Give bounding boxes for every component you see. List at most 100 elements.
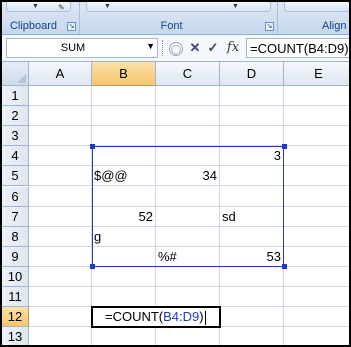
cell-d4[interactable]: 3 — [220, 146, 284, 167]
range-resize-handle[interactable] — [89, 143, 95, 149]
cell-b9[interactable] — [92, 246, 156, 267]
cell-d3[interactable] — [220, 126, 284, 147]
row-header-3[interactable]: 3 — [2, 126, 29, 147]
cell-b4[interactable] — [92, 146, 156, 167]
cell-a12[interactable] — [29, 307, 92, 328]
cell-e4[interactable] — [284, 146, 349, 167]
cell-e2[interactable] — [284, 106, 349, 127]
row-header-4[interactable]: 4 — [2, 146, 29, 167]
cell-b13[interactable] — [92, 327, 156, 345]
cell-d9[interactable]: 53 — [220, 246, 284, 267]
cell-e12[interactable] — [284, 307, 349, 328]
cell-a3[interactable] — [29, 126, 92, 147]
cell-c2[interactable] — [156, 106, 220, 127]
cell-c4[interactable] — [156, 146, 220, 167]
cell-b12-editor[interactable]: =COUNT(B4:D9) — [91, 306, 221, 329]
confirm-entry-icon[interactable]: ✓ — [204, 39, 222, 57]
row-header-9[interactable]: 9 — [2, 246, 29, 267]
cell-b6[interactable] — [92, 186, 156, 207]
row-header-7[interactable]: 7 — [2, 206, 29, 227]
column-header-e[interactable]: E — [284, 62, 349, 86]
cell-e10[interactable] — [284, 267, 349, 287]
cell-c10[interactable] — [156, 266, 220, 287]
cell-c13[interactable] — [156, 327, 220, 345]
cell-e9[interactable] — [284, 247, 349, 267]
cell-b5[interactable]: $@@ — [92, 166, 156, 187]
name-box-dropdown-icon[interactable]: ▼ — [146, 41, 155, 51]
cell-a11[interactable] — [29, 287, 92, 308]
row-header-13[interactable]: 13 — [2, 327, 29, 345]
cell-c9[interactable]: %# — [156, 246, 220, 267]
row-header-11[interactable]: 11 — [2, 287, 29, 308]
cell-d10[interactable] — [220, 266, 284, 287]
cell-c5[interactable]: 34 — [156, 166, 220, 187]
column-header-d[interactable]: D — [220, 62, 284, 86]
cell-d8[interactable] — [220, 226, 284, 247]
cell-a9[interactable] — [29, 246, 92, 267]
cell-c3[interactable] — [156, 126, 220, 147]
cell-c8[interactable] — [156, 226, 220, 247]
row-header-12[interactable]: 12 — [2, 307, 29, 328]
column-header-a[interactable]: A — [29, 62, 92, 86]
column-header-c[interactable]: C — [156, 62, 220, 86]
cell-b2[interactable] — [92, 106, 156, 127]
cell-c7[interactable] — [156, 206, 220, 227]
clipboard-launcher-icon[interactable]: ↘ — [67, 22, 76, 31]
cell-b3[interactable] — [92, 126, 156, 147]
cancel-entry-icon[interactable]: ✕ — [186, 39, 204, 57]
cell-c1[interactable] — [156, 86, 220, 107]
cell-d6[interactable] — [220, 186, 284, 207]
cell-b10[interactable] — [92, 266, 156, 287]
cell-e3[interactable] — [284, 126, 349, 147]
font-color-dropdown-icon[interactable]: ▼ — [232, 3, 239, 10]
paste-dropdown-icon[interactable]: ▼ — [32, 3, 39, 10]
insert-function-icon[interactable]: fx — [224, 39, 242, 57]
cell-a10[interactable] — [29, 266, 92, 287]
cell-e11[interactable] — [284, 287, 349, 308]
cell-a1[interactable] — [29, 86, 92, 107]
cell-d7[interactable]: sd — [220, 206, 284, 227]
cell-c6[interactable] — [156, 186, 220, 207]
font-launcher-icon[interactable]: ↘ — [265, 22, 274, 31]
cell-a2[interactable] — [29, 106, 92, 127]
cell-d5[interactable] — [220, 166, 284, 187]
cell-d13[interactable] — [220, 327, 284, 345]
range-resize-handle[interactable] — [89, 264, 95, 270]
cell-d2[interactable] — [220, 106, 284, 127]
column-header-b[interactable]: B — [92, 62, 156, 86]
cell-d11[interactable] — [220, 287, 284, 308]
cell-a4[interactable] — [29, 146, 92, 167]
format-painter-icon[interactable]: ✎ — [58, 3, 65, 12]
row-header-1[interactable]: 1 — [2, 86, 29, 107]
cell-b7[interactable]: 52 — [92, 206, 156, 227]
row-header-6[interactable]: 6 — [2, 186, 29, 207]
range-resize-handle[interactable] — [281, 264, 287, 270]
formula-cancel-circle-icon[interactable]: ◯ — [167, 39, 185, 57]
row-header-2[interactable]: 2 — [2, 106, 29, 127]
cell-b8[interactable]: g — [92, 226, 156, 247]
cell-a13[interactable] — [29, 327, 92, 345]
row-header-10[interactable]: 10 — [2, 266, 29, 287]
select-all-button[interactable] — [2, 62, 29, 86]
cell-a6[interactable] — [29, 186, 92, 207]
cell-a5[interactable] — [29, 166, 92, 187]
cell-e6[interactable] — [284, 187, 349, 207]
underline-dropdown-icon[interactable]: ▼ — [104, 3, 111, 10]
cell-e13[interactable] — [284, 327, 349, 345]
cell-e1[interactable] — [284, 86, 349, 107]
cell-b1[interactable] — [92, 86, 156, 107]
cell-e7[interactable] — [284, 207, 349, 227]
row-header-5[interactable]: 5 — [2, 166, 29, 187]
cell-e5[interactable] — [284, 166, 349, 187]
cell-b11[interactable] — [92, 287, 156, 308]
cell-d1[interactable] — [220, 86, 284, 107]
formula-input[interactable]: =COUNT(B4:D9) — [246, 38, 349, 58]
name-box[interactable]: SUM ▼ — [6, 38, 158, 58]
cell-e8[interactable] — [284, 227, 349, 247]
cell-a8[interactable] — [29, 226, 92, 247]
cell-c11[interactable] — [156, 287, 220, 308]
formula-bar-splitter[interactable] — [162, 40, 165, 56]
cell-a7[interactable] — [29, 206, 92, 227]
row-header-8[interactable]: 8 — [2, 226, 29, 247]
cell-d12[interactable] — [220, 307, 284, 328]
